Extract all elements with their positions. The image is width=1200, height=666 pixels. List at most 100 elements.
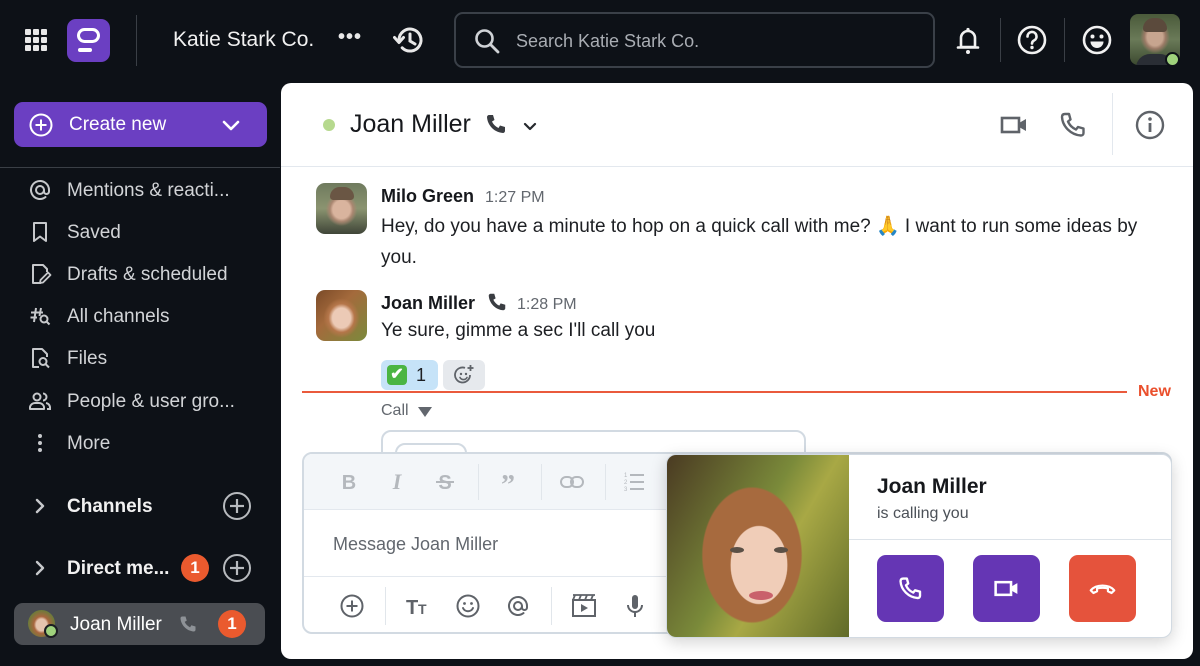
- svg-text:2: 2: [624, 480, 628, 486]
- section-channels: Channels: [0, 486, 270, 526]
- create-new-label: Create new: [69, 114, 167, 135]
- sidebar-item-label: More: [67, 433, 111, 454]
- section-label[interactable]: Direct me...: [67, 558, 169, 580]
- dm-item-joan-miller[interactable]: Joan Miller 1: [14, 603, 265, 645]
- search-input[interactable]: Search Katie Stark Co.: [454, 12, 935, 68]
- sidebar-item-people[interactable]: People & user gro...: [0, 382, 270, 420]
- channel-search-icon: [30, 307, 51, 326]
- link-icon[interactable]: [558, 468, 586, 496]
- sidebar-item-label: All channels: [67, 306, 170, 327]
- sidebar-item-saved[interactable]: Saved: [0, 213, 270, 251]
- chevron-right-icon[interactable]: [30, 496, 50, 516]
- video-clip-icon[interactable]: [570, 592, 598, 620]
- quote-icon[interactable]: ”: [494, 468, 522, 496]
- reaction-count: 1: [416, 365, 427, 385]
- caret-down-icon[interactable]: [418, 407, 432, 417]
- hang-up-icon: [1089, 584, 1116, 595]
- add-direct-message-icon[interactable]: [222, 553, 252, 583]
- chevron-down-icon: [222, 120, 240, 131]
- decline-call-button[interactable]: [1069, 555, 1136, 622]
- workspace-more-icon[interactable]: •••: [338, 26, 362, 49]
- divider: [136, 15, 137, 66]
- sidebar-item-mentions[interactable]: Mentions & reacti...: [0, 171, 270, 209]
- file-search-icon: [32, 348, 50, 369]
- bookmark-icon: [33, 222, 47, 242]
- sidebar-item-label: Saved: [67, 222, 121, 243]
- phone-icon: [487, 115, 505, 133]
- accept-video-call-button[interactable]: [973, 555, 1040, 622]
- status-emoji-icon[interactable]: [1081, 24, 1113, 56]
- audio-call-icon[interactable]: [1057, 109, 1089, 141]
- section-label[interactable]: Channels: [67, 496, 153, 518]
- message-input[interactable]: Message Joan Miller: [333, 534, 653, 558]
- message-time: 1:27 PM: [485, 189, 545, 206]
- sidebar-item-files[interactable]: Files: [0, 339, 270, 377]
- svg-text:B: B: [342, 472, 356, 494]
- text-format-icon[interactable]: T T: [404, 592, 432, 620]
- divider: [605, 464, 606, 500]
- numbered-list-icon[interactable]: 1 2 3: [620, 468, 648, 496]
- emoji-icon[interactable]: [454, 592, 482, 620]
- unread-badge: 1: [218, 610, 246, 638]
- divider: [385, 587, 386, 625]
- avatar[interactable]: [316, 183, 367, 234]
- caller-name: Joan Miller: [877, 475, 987, 498]
- divider: [849, 539, 1171, 540]
- microphone-icon[interactable]: [621, 592, 649, 620]
- video-call-icon[interactable]: [998, 109, 1030, 141]
- sidebar-item-label: Drafts & scheduled: [67, 264, 228, 285]
- info-icon[interactable]: [1134, 109, 1166, 141]
- add-channel-icon[interactable]: [222, 491, 252, 521]
- message-author[interactable]: Milo Green: [381, 186, 474, 207]
- add-reaction-button[interactable]: [443, 360, 485, 390]
- phone-icon: [899, 577, 922, 600]
- bold-icon[interactable]: B: [335, 468, 363, 496]
- accept-audio-call-button[interactable]: [877, 555, 944, 622]
- search-placeholder: Search Katie Stark Co.: [516, 31, 700, 51]
- divider: [1112, 93, 1113, 155]
- app-grid-icon[interactable]: [25, 29, 47, 51]
- more-vertical-icon: [38, 434, 42, 452]
- avatar[interactable]: [316, 290, 367, 341]
- svg-text:T: T: [406, 597, 418, 619]
- user-status-online: [1165, 52, 1180, 67]
- mention-icon[interactable]: [504, 592, 532, 620]
- call-section-label[interactable]: Call: [381, 402, 409, 420]
- strikethrough-icon[interactable]: S: [431, 468, 459, 496]
- sidebar-item-more[interactable]: More: [0, 424, 270, 462]
- phone-icon: [180, 616, 196, 632]
- people-icon: [29, 392, 51, 410]
- svg-text:1: 1: [624, 473, 628, 479]
- svg-text:”: ”: [501, 470, 515, 496]
- message-author[interactable]: Joan Miller: [381, 293, 475, 314]
- channel-title[interactable]: Joan Miller: [350, 110, 471, 139]
- svg-text:3: 3: [624, 487, 628, 493]
- help-icon[interactable]: [1016, 24, 1048, 56]
- divider: [478, 464, 479, 500]
- chevron-down-icon[interactable]: [520, 116, 540, 136]
- app-logo[interactable]: [67, 19, 110, 62]
- incoming-call-popup: Joan Miller is calling you: [666, 454, 1172, 638]
- workspace-name[interactable]: Katie Stark Co.: [173, 28, 314, 52]
- section-direct-messages: Direct me... 1: [0, 548, 270, 588]
- sidebar-item-all-channels[interactable]: All channels: [0, 297, 270, 335]
- phone-icon: [488, 293, 506, 311]
- new-messages-divider: [302, 391, 1127, 393]
- check-emoji-icon: ✔: [387, 365, 407, 385]
- sidebar-item-drafts[interactable]: Drafts & scheduled: [0, 255, 270, 293]
- create-new-button[interactable]: Create new: [14, 102, 267, 147]
- history-icon[interactable]: [393, 24, 425, 56]
- italic-icon[interactable]: I: [383, 468, 411, 496]
- sidebar-item-label: Files: [67, 348, 108, 369]
- plus-circle-icon: [29, 113, 53, 137]
- message-text: Ye sure, gimme a sec I'll call you: [381, 320, 656, 341]
- notifications-bell-icon[interactable]: [952, 24, 984, 56]
- divider: [0, 167, 280, 168]
- sidebar-item-label: People & user gro...: [67, 391, 235, 412]
- reaction-checkmark[interactable]: ✔ 1: [381, 360, 438, 390]
- chevron-right-icon[interactable]: [30, 558, 50, 578]
- add-attachment-icon[interactable]: [338, 592, 366, 620]
- svg-text:I: I: [392, 469, 403, 494]
- channel-header: Joan Miller: [281, 83, 1193, 167]
- divider: [1000, 18, 1001, 62]
